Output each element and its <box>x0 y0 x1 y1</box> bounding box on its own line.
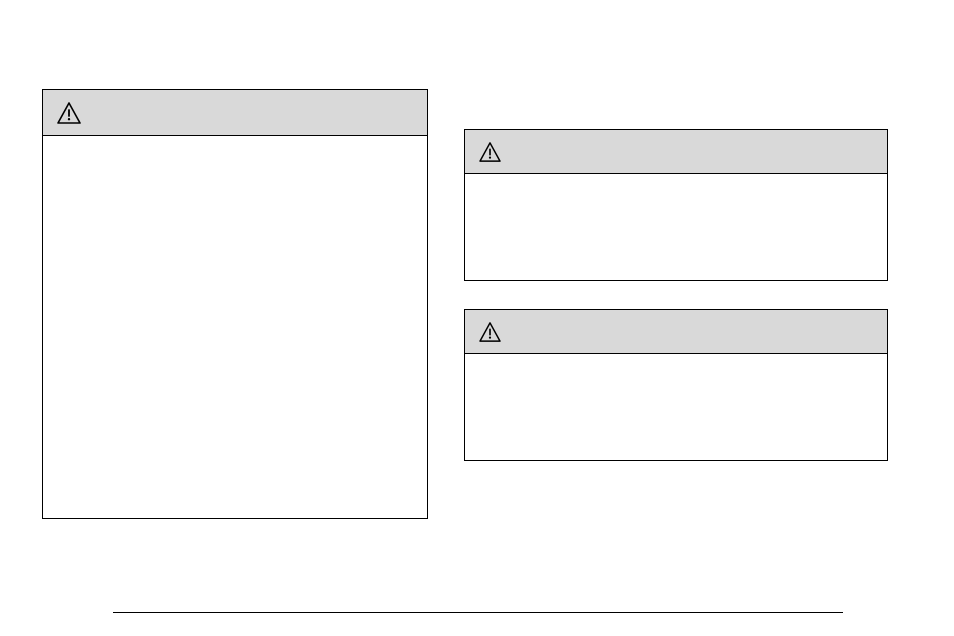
warning-icon <box>479 142 501 162</box>
panel-header <box>465 310 887 354</box>
warning-icon <box>479 322 501 342</box>
warning-panel-right-bottom <box>464 309 888 461</box>
panel-body <box>465 174 887 280</box>
divider-line <box>113 612 843 613</box>
warning-panel-left <box>42 89 428 519</box>
panel-header <box>43 90 427 136</box>
panel-body <box>465 354 887 460</box>
warning-icon <box>57 102 81 124</box>
panel-body <box>43 136 427 518</box>
warning-panel-right-top <box>464 129 888 281</box>
panel-header <box>465 130 887 174</box>
